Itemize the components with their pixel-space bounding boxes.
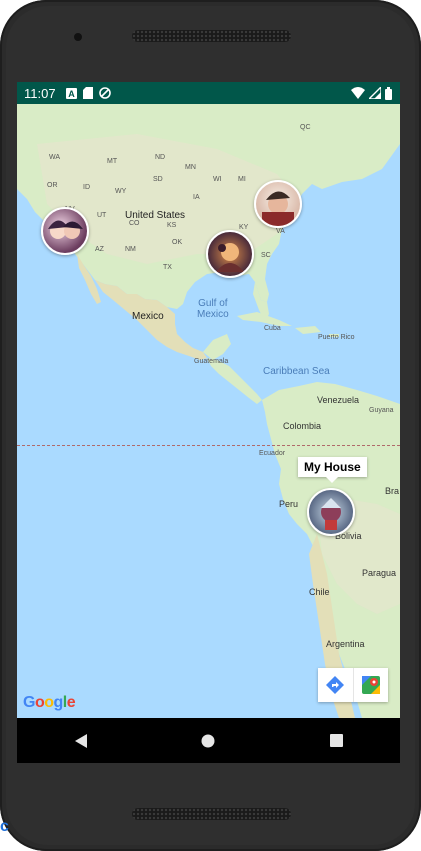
window-edge-glyph: c xyxy=(0,818,9,835)
map-label-ky: KY xyxy=(239,224,249,231)
map-label-paraguay: Paragua xyxy=(362,568,397,578)
map-label-wy: WY xyxy=(115,188,127,195)
sync-icon xyxy=(98,87,111,99)
directions-button[interactable] xyxy=(318,668,353,702)
avatar-marker-southeast[interactable] xyxy=(206,230,254,278)
recents-icon xyxy=(329,734,343,747)
map-label-nd: ND xyxy=(155,154,166,161)
map-label-or: OR xyxy=(47,182,58,189)
map-label-mn: MN xyxy=(185,164,196,171)
map-label-va: VA xyxy=(276,228,285,235)
map-label-sc: SC xyxy=(261,252,271,259)
sd-card-icon xyxy=(82,87,93,99)
map-toolbar xyxy=(318,668,388,702)
home-button[interactable] xyxy=(193,726,223,756)
phone-frame: 11:07 A WA MT ND MN OR ID SD WY WI MI UT… xyxy=(0,0,421,851)
map-label-mt: MT xyxy=(107,158,118,165)
info-window-my-house[interactable]: My House xyxy=(298,457,367,483)
recents-button[interactable] xyxy=(321,726,351,756)
bottom-speaker xyxy=(132,808,291,820)
map-label-tx: TX xyxy=(163,264,172,271)
back-icon xyxy=(74,733,87,748)
avatar-marker-northeast-image xyxy=(262,191,294,226)
map-label-ks: KS xyxy=(167,222,177,229)
map-label-argentina: Argentina xyxy=(326,639,365,649)
map-label-venezuela: Venezuela xyxy=(317,395,360,405)
map-label-qc: QC xyxy=(300,124,311,131)
screen: 11:07 A WA MT ND MN OR ID SD WY WI MI UT… xyxy=(17,82,400,763)
map-label-az: AZ xyxy=(95,246,104,253)
avatar-marker-house[interactable] xyxy=(307,488,355,536)
map-label-nm: NM xyxy=(125,246,136,253)
map-label-guatemala: Guatemala xyxy=(194,358,229,365)
google-maps-icon xyxy=(361,676,380,694)
map-label-wa: WA xyxy=(49,154,61,161)
map-label-ok: OK xyxy=(172,239,183,246)
map-label-mi: MI xyxy=(238,176,246,183)
avatar-marker-northeast[interactable] xyxy=(254,180,302,228)
map-label-cuba: Cuba xyxy=(264,325,281,332)
map-label-peru: Peru xyxy=(279,499,299,509)
status-bar: 11:07 A xyxy=(17,82,400,104)
avatar-marker-house-image xyxy=(321,498,341,530)
map-view[interactable]: WA MT ND MN OR ID SD WY WI MI NV UT CO K… xyxy=(17,104,400,718)
map-label-gulf: Gulf of Mexico xyxy=(197,298,229,320)
map-label-puerto-rico: Puerto Rico xyxy=(318,334,355,341)
map-label-guyana: Guyana xyxy=(369,407,394,414)
signal-icon xyxy=(369,87,381,99)
map-label-ia: IA xyxy=(193,194,200,201)
map-label-co: CO xyxy=(129,220,140,227)
map-label-mexico: Mexico xyxy=(132,311,164,322)
map-land xyxy=(17,104,400,718)
avatar-marker-west-image xyxy=(48,220,83,239)
svg-text:A: A xyxy=(68,89,75,99)
status-time: 11:07 xyxy=(24,85,56,101)
directions-icon xyxy=(326,676,345,694)
avatar-marker-west[interactable] xyxy=(41,207,89,255)
map-label-sd: SD xyxy=(153,176,163,183)
map-label-chile: Chile xyxy=(309,587,330,597)
map-label-colombia: Colombia xyxy=(283,421,322,431)
back-button[interactable] xyxy=(66,726,96,756)
top-speaker xyxy=(132,30,291,42)
map-label-ut: UT xyxy=(97,212,107,219)
equator-line xyxy=(17,445,400,446)
front-camera xyxy=(74,33,82,41)
wifi-icon xyxy=(351,87,365,99)
a-notification-icon: A xyxy=(65,87,77,99)
map-label-id: ID xyxy=(83,184,90,191)
battery-icon xyxy=(385,86,392,100)
avatar-marker-southeast-image xyxy=(216,243,244,272)
map-label-ecuador: Ecuador xyxy=(259,450,286,457)
map-label-wi: WI xyxy=(213,176,222,183)
open-google-maps-button[interactable] xyxy=(352,668,389,702)
home-icon xyxy=(201,734,215,747)
map-label-caribbean: Caribbean Sea xyxy=(263,366,330,377)
map-label-bra: Bra xyxy=(385,486,400,496)
navigation-bar xyxy=(17,718,400,763)
map-label-united-states: United States xyxy=(125,210,186,221)
google-attribution: Google xyxy=(23,694,76,711)
